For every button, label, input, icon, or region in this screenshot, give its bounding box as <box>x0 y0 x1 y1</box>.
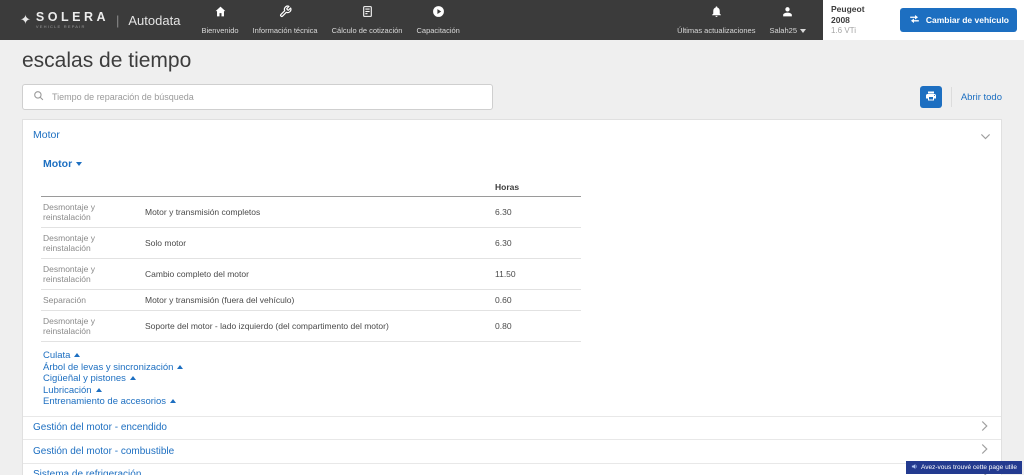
sub-link-arbol-de-levas[interactable]: Árbol de levas y sincronización <box>43 362 1001 374</box>
vehicle-model: 2008 <box>831 15 850 25</box>
search-box <box>22 84 493 110</box>
section-gestion-combustible[interactable]: Gestión del motor - combustible <box>23 439 1001 463</box>
open-all-link[interactable]: Abrir todo <box>961 92 1002 103</box>
header-vehicle-area: Peugeot 2008 1.6 VTi Cambiar de vehículo <box>823 0 1024 40</box>
user-menu[interactable]: Salah25 <box>762 0 813 40</box>
home-icon <box>214 5 227 23</box>
toolbar: Abrir todo <box>22 84 1002 110</box>
table-header-row: Horas <box>41 178 581 197</box>
description-cell: Solo motor <box>143 227 493 259</box>
description-cell: Cambio completo del motor <box>143 258 493 290</box>
nav-item-informacion-tecnica[interactable]: Información técnica <box>246 0 325 40</box>
chevron-right-icon <box>980 419 989 437</box>
operation-cell: Separación <box>41 289 143 311</box>
repair-times-table: Horas Desmontaje y reinstalación Motor y… <box>41 178 581 342</box>
section-motor-title[interactable]: Motor <box>33 129 60 141</box>
main-nav: Bienvenido Información técnica Cálculo d… <box>194 0 466 40</box>
nav-label: Cálculo de cotización <box>331 26 403 35</box>
logo-separator: | <box>116 12 120 28</box>
vehicle-engine: 1.6 VTi <box>831 25 857 35</box>
table-row: Desmontaje y reinstalación Cambio comple… <box>41 258 581 290</box>
hours-cell: 6.30 <box>493 196 581 228</box>
feedback-banner[interactable]: Avez-vous trouvé cette page utile <box>906 461 1022 474</box>
solera-brand-name: SOLERA <box>35 9 109 24</box>
header-dark-bar: ✦ SOLERA VEHICLE REPAIR | Autodata Bienv… <box>0 0 823 40</box>
hours-cell: 11.50 <box>493 258 581 290</box>
operation-cell: Desmontaje y reinstalación <box>41 227 143 259</box>
wrench-icon <box>279 5 292 23</box>
triangle-up-icon <box>177 364 184 369</box>
description-cell: Soporte del motor - lado izquierdo (del … <box>143 310 493 342</box>
toolbar-divider <box>950 87 952 107</box>
printer-icon <box>925 90 937 105</box>
nav-item-bienvenido[interactable]: Bienvenido <box>194 0 245 40</box>
nav-label: Bienvenido <box>201 26 239 35</box>
section-sistema-refrigeracion[interactable]: Sistema de refrigeración <box>23 462 1001 475</box>
chevron-down-icon <box>800 29 806 33</box>
section-gestion-encendido[interactable]: Gestión del motor - encendido <box>23 415 1001 440</box>
sub-link-entrenamiento-de-accesorios[interactable]: Entrenamiento de accesorios <box>43 396 1001 408</box>
toolbar-right: Abrir todo <box>919 86 1002 108</box>
sub-link-lubricacion[interactable]: Lubricación <box>43 385 1001 397</box>
nav-label: Información técnica <box>252 26 318 35</box>
sub-link-culata[interactable]: Culata <box>43 350 1001 362</box>
search-input[interactable] <box>52 92 482 102</box>
timescales-card: Motor Motor Horas Desmontaje y reinstala… <box>22 119 1002 475</box>
operation-cell: Desmontaje y reinstalación <box>41 196 143 228</box>
current-vehicle-info: Peugeot 2008 1.6 VTi <box>831 4 865 35</box>
section-motor-header[interactable]: Motor <box>23 120 1001 147</box>
motor-group-link[interactable]: Motor <box>43 158 83 170</box>
latest-updates-button[interactable]: Últimas actualizaciones <box>670 0 762 40</box>
megaphone-icon <box>911 463 918 472</box>
operation-cell: Desmontaje y reinstalación <box>41 310 143 342</box>
chevron-right-icon <box>980 442 989 460</box>
username-label: Salah25 <box>769 26 806 35</box>
change-vehicle-button[interactable]: Cambiar de vehículo <box>899 8 1017 32</box>
hours-column-header: Horas <box>493 178 581 197</box>
triangle-up-icon <box>95 387 102 392</box>
section-label: Gestión del motor - encendido <box>33 422 167 434</box>
description-cell: Motor y transmisión (fuera del vehículo) <box>143 289 493 311</box>
play-circle-icon <box>432 5 445 23</box>
triangle-up-icon <box>129 376 136 380</box>
hours-cell: 0.60 <box>493 289 581 311</box>
triangle-up-icon <box>74 353 81 357</box>
table-row: Desmontaje y reinstalación Solo motor 6.… <box>41 227 581 259</box>
solera-mark-icon: ✦ <box>20 12 31 27</box>
table-row: Desmontaje y reinstalación Soporte del m… <box>41 310 581 342</box>
nav-item-capacitacion[interactable]: Capacitación <box>409 0 466 40</box>
nav-label: Capacitación <box>416 26 460 35</box>
triangle-up-icon <box>170 399 177 403</box>
operation-cell: Desmontaje y reinstalación <box>41 258 143 290</box>
header-user-area: Últimas actualizaciones Salah25 <box>670 0 823 40</box>
chevron-up-icon[interactable] <box>980 129 991 147</box>
page-title: escalas de tiempo <box>22 49 192 72</box>
nav-item-calculo-de-cotizacion[interactable]: Cálculo de cotización <box>325 0 410 40</box>
change-vehicle-label: Cambiar de vehículo <box>925 15 1009 25</box>
vehicle-make: Peugeot <box>831 4 865 15</box>
search-icon <box>33 88 44 106</box>
autodata-brand-name: Autodata <box>128 12 181 28</box>
hours-cell: 0.80 <box>493 310 581 342</box>
triangle-down-icon <box>76 162 83 166</box>
description-cell: Motor y transmisión completos <box>143 196 493 228</box>
motor-sub-links: Culata Árbol de levas y sincronización C… <box>43 350 1001 408</box>
updates-label: Últimas actualizaciones <box>677 26 756 35</box>
solera-autodata-logo[interactable]: ✦ SOLERA VEHICLE REPAIR | Autodata <box>0 11 180 30</box>
swap-arrows-icon <box>908 14 921 26</box>
hours-cell: 6.30 <box>493 227 581 259</box>
table-row: Desmontaje y reinstalación Motor y trans… <box>41 196 581 228</box>
user-icon <box>781 5 794 23</box>
print-button[interactable] <box>919 86 942 108</box>
bell-icon <box>710 5 723 23</box>
app-header: ✦ SOLERA VEHICLE REPAIR | Autodata Bienv… <box>0 0 1024 40</box>
section-label: Sistema de refrigeración <box>33 469 142 475</box>
calculator-icon <box>361 5 374 23</box>
section-label: Gestión del motor - combustible <box>33 445 175 457</box>
solera-tagline: VEHICLE REPAIR <box>35 24 86 30</box>
sub-link-ciguenal-y-pistones[interactable]: Cigüeñal y pistones <box>43 373 1001 385</box>
feedback-banner-label: Avez-vous trouvé cette page utile <box>921 464 1017 471</box>
table-row: Separación Motor y transmisión (fuera de… <box>41 289 581 311</box>
